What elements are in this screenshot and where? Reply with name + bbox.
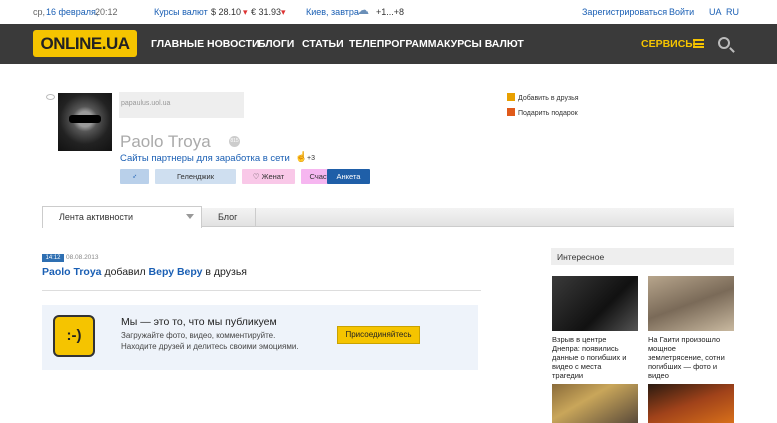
profile-name: Paolo Troya bbox=[120, 132, 211, 151]
time: 20:12 bbox=[95, 7, 118, 17]
usd-arrow-icon: ▾ bbox=[243, 7, 248, 17]
promo-line-2: Находите друзей и делитесь своими эмоция… bbox=[121, 342, 299, 351]
like-count: +3 bbox=[307, 155, 315, 162]
feed-target[interactable]: Веру Веру bbox=[149, 266, 203, 278]
lang-ua[interactable]: UA bbox=[709, 7, 722, 17]
site-logo[interactable]: ONLINE.UA bbox=[33, 30, 137, 57]
nav-item-articles[interactable]: СТАТЬИ bbox=[302, 38, 344, 50]
promo-line-1: Загружайте фото, видео, комментируйте. bbox=[121, 331, 276, 340]
rating-badge: 815 bbox=[229, 136, 240, 147]
lang-ru[interactable]: RU bbox=[726, 7, 739, 17]
promo-title: Мы — это то, что мы публикуем bbox=[121, 316, 277, 328]
weather-link[interactable]: Киев, завтра bbox=[306, 7, 359, 17]
news-thumb-3[interactable] bbox=[552, 384, 638, 423]
tab-blog[interactable]: Блог bbox=[218, 212, 237, 222]
top-bar: ср, 16 февраля, 20:12 Курсы валют $ 28.1… bbox=[0, 0, 777, 24]
nav-item-tv[interactable]: ТЕЛЕПРОГРАММА bbox=[349, 38, 444, 50]
news-caption-2[interactable]: На Гаити произошло мощное землетрясение,… bbox=[648, 335, 738, 380]
search-icon[interactable] bbox=[718, 37, 730, 49]
like-hand-icon[interactable]: ☝ bbox=[295, 152, 307, 163]
chevron-down-icon[interactable] bbox=[186, 214, 194, 219]
city-tag[interactable]: Геленджик bbox=[155, 169, 236, 184]
profile-form-tag[interactable]: Анкета bbox=[327, 169, 370, 184]
currency-link[interactable]: Курсы валют bbox=[154, 7, 208, 17]
feed-entry: Paolo Troya добавил Веру Веру в друзья bbox=[42, 266, 247, 278]
date-prefix: ср, bbox=[33, 7, 46, 17]
register-link[interactable]: Зарегистрироваться bbox=[582, 7, 667, 17]
main-nav: ONLINE.UA ГЛАВНЫЕ НОВОСТИ БЛОГИ СТАТЬИ Т… bbox=[0, 24, 777, 64]
eur-rate: € 31.93 bbox=[251, 7, 282, 17]
feed-time: 14:12 bbox=[42, 254, 64, 262]
news-thumb-1[interactable] bbox=[552, 276, 638, 331]
cloud-snow-icon: ☁ bbox=[357, 3, 369, 17]
news-thumb-2[interactable] bbox=[648, 276, 734, 331]
menu-icon[interactable] bbox=[693, 39, 704, 48]
feed-divider bbox=[42, 290, 481, 291]
eye-icon bbox=[46, 94, 55, 100]
services-menu[interactable]: СЕРВИСЫ bbox=[641, 38, 696, 50]
news-caption-1[interactable]: Взрыв в центре Днепра: появились данные … bbox=[552, 335, 642, 380]
gift-action[interactable]: Подарить подарок bbox=[507, 108, 578, 117]
gift-icon bbox=[507, 108, 515, 116]
nav-item-currency[interactable]: КУРСЫ ВАЛЮТ bbox=[444, 38, 524, 50]
avatar[interactable] bbox=[58, 93, 112, 151]
news-thumb-4[interactable] bbox=[648, 384, 734, 423]
feed-verb: добавил bbox=[101, 266, 149, 278]
tab-activity[interactable]: Лента активности bbox=[42, 206, 202, 228]
marital-tag[interactable]: ♡ Женат bbox=[242, 169, 295, 184]
login-link[interactable]: Войти bbox=[669, 7, 694, 17]
add-friend-icon bbox=[507, 93, 515, 101]
feed-suffix: в друзья bbox=[202, 266, 247, 278]
gender-tag[interactable]: ♂ bbox=[120, 169, 149, 184]
eur-arrow-icon: ▾ bbox=[281, 7, 286, 17]
profile-url: papaulus.uol.ua bbox=[119, 92, 244, 118]
smiley-icon: :-) bbox=[53, 315, 95, 357]
usd-rate: $ 28.10 bbox=[211, 7, 242, 17]
sidebar-title: Интересное bbox=[551, 248, 734, 265]
feed-date: 08.08.2013 bbox=[66, 254, 99, 261]
tab-divider bbox=[255, 208, 256, 226]
nav-item-blogs[interactable]: БЛОГИ bbox=[258, 38, 294, 50]
join-button[interactable]: Присоединяйтесь bbox=[337, 326, 420, 344]
status-link[interactable]: Сайты партнеры для заработка в сети bbox=[120, 153, 290, 164]
feed-actor[interactable]: Paolo Troya bbox=[42, 266, 102, 278]
add-friend-action[interactable]: Добавить в друзья bbox=[507, 93, 579, 102]
nav-item-news[interactable]: ГЛАВНЫЕ НОВОСТИ bbox=[151, 38, 260, 50]
date[interactable]: 16 февраля, bbox=[46, 7, 98, 17]
weather-temp: +1...+8 bbox=[376, 7, 405, 17]
